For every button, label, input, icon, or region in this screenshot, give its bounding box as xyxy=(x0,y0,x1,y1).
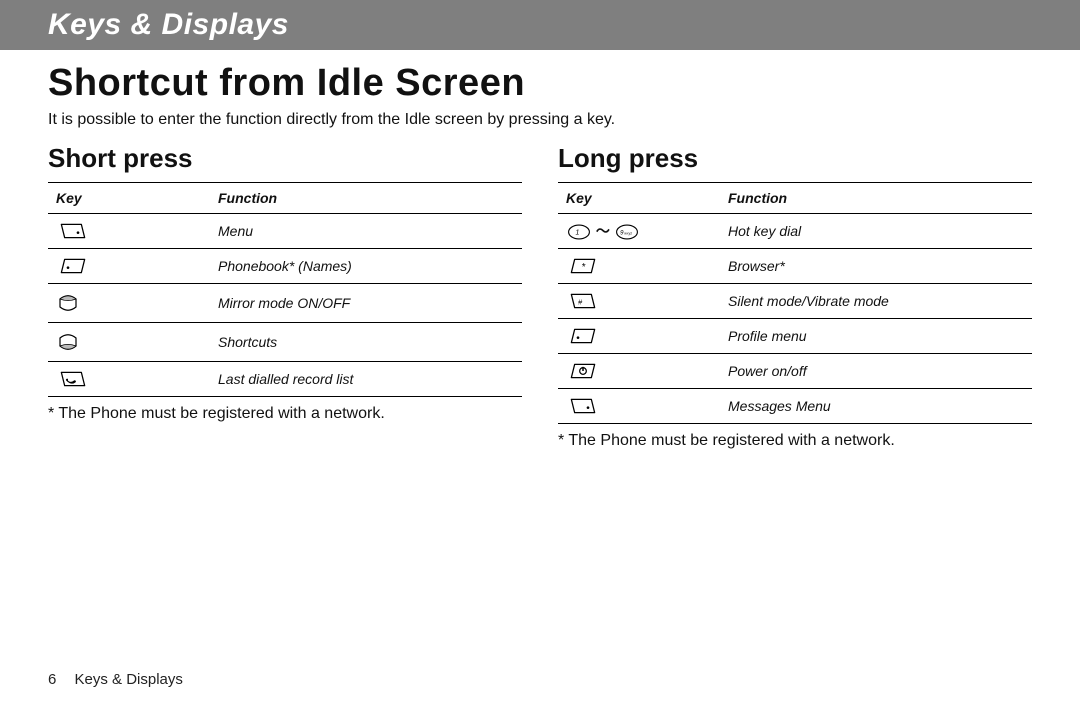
short-press-table: Key Function Menu Phonebook* (Names) xyxy=(48,182,522,397)
section-header: Keys & Displays xyxy=(0,0,1080,50)
table-row: Profile menu xyxy=(558,319,1032,354)
function-cell: Profile menu xyxy=(720,319,1032,354)
table-row: Phonebook* (Names) xyxy=(48,249,522,284)
table-row: Messages Menu xyxy=(558,389,1032,424)
footer-section: Keys & Displays xyxy=(75,671,183,688)
function-cell: Messages Menu xyxy=(720,389,1032,424)
end-key-icon xyxy=(566,361,600,381)
column-header-key: Key xyxy=(558,183,720,214)
function-cell: Shortcuts xyxy=(210,323,522,362)
section-title: Keys & Displays xyxy=(48,8,1032,42)
hash-key-icon xyxy=(566,291,600,311)
function-cell: Phonebook* (Names) xyxy=(210,249,522,284)
function-cell: Power on/off xyxy=(720,354,1032,389)
send-key-icon xyxy=(56,369,90,389)
softkey-left-icon xyxy=(566,396,600,416)
long-press-table: Key Function 〜 Hot key dial xyxy=(558,182,1032,424)
range-tilde: 〜 xyxy=(596,223,610,239)
long-press-note: * The Phone must be registered with a ne… xyxy=(558,432,1032,450)
page-title: Shortcut from Idle Screen xyxy=(48,62,1032,105)
digit-9-key-icon xyxy=(614,223,640,241)
star-key-icon xyxy=(566,256,600,276)
long-press-column: Long press Key Function 〜 xyxy=(558,143,1032,450)
column-header-function: Function xyxy=(720,183,1032,214)
softkey-left-icon xyxy=(56,221,90,241)
function-cell: Mirror mode ON/OFF xyxy=(210,284,522,323)
table-row: Power on/off xyxy=(558,354,1032,389)
function-cell: Menu xyxy=(210,214,522,249)
table-row: Menu xyxy=(48,214,522,249)
intro-text: It is possible to enter the function dir… xyxy=(48,111,1032,129)
function-cell: Hot key dial xyxy=(720,214,1032,249)
softkey-right-icon xyxy=(56,256,90,276)
table-row: Shortcuts xyxy=(48,323,522,362)
table-row: Browser* xyxy=(558,249,1032,284)
digit-1-key-icon xyxy=(566,223,592,241)
column-header-key: Key xyxy=(48,183,210,214)
nav-up-icon xyxy=(56,291,80,315)
nav-down-icon xyxy=(56,330,80,354)
page-number: 6 xyxy=(48,671,56,688)
column-header-function: Function xyxy=(210,183,522,214)
table-row: 〜 Hot key dial xyxy=(558,214,1032,249)
table-row: Mirror mode ON/OFF xyxy=(48,284,522,323)
function-cell: Last dialled record list xyxy=(210,362,522,397)
table-row: Silent mode/Vibrate mode xyxy=(558,284,1032,319)
short-press-note: * The Phone must be registered with a ne… xyxy=(48,405,522,423)
function-cell: Silent mode/Vibrate mode xyxy=(720,284,1032,319)
table-row: Last dialled record list xyxy=(48,362,522,397)
function-cell: Browser* xyxy=(720,249,1032,284)
softkey-right-icon xyxy=(566,326,600,346)
page-footer: 6 Keys & Displays xyxy=(48,671,183,688)
short-press-column: Short press Key Function Menu xyxy=(48,143,522,450)
short-press-heading: Short press xyxy=(48,143,522,174)
long-press-heading: Long press xyxy=(558,143,1032,174)
